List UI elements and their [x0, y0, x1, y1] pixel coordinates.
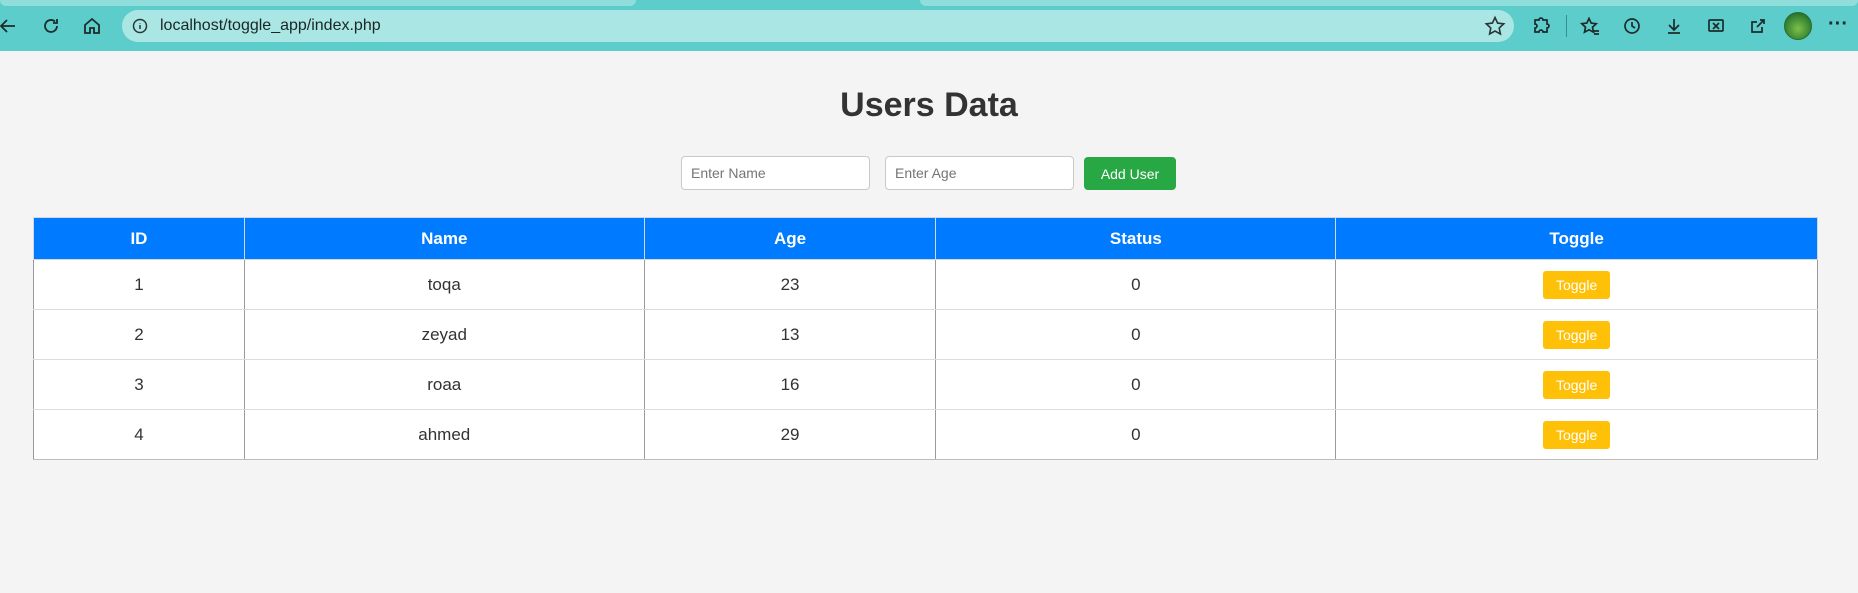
more-icon[interactable]: ···	[1824, 12, 1852, 40]
info-icon[interactable]	[132, 18, 148, 34]
toolbar-separator	[1566, 15, 1567, 37]
screenshot-icon	[1708, 19, 1724, 32]
cell-name: roaa	[243, 359, 645, 410]
back-button[interactable]	[0, 12, 22, 40]
toggle-button[interactable]: Toggle	[1543, 420, 1611, 449]
tab-strip-left	[0, 0, 636, 6]
download-icon	[1668, 19, 1680, 34]
home-button[interactable]	[78, 12, 106, 40]
extensions-button[interactable]	[1528, 12, 1556, 40]
page-title: Users Data	[840, 86, 1018, 124]
favorites-button[interactable]	[1576, 12, 1604, 40]
share-icon	[1751, 19, 1765, 33]
cell-id: 1	[33, 259, 245, 310]
refresh-icon	[44, 19, 58, 33]
table-row: 1 toqa 23 0 Toggle	[33, 259, 1818, 310]
cell-age: 23	[643, 259, 937, 310]
toggle-button[interactable]: Toggle	[1543, 320, 1611, 349]
cell-id: 4	[33, 409, 245, 460]
toggle-button[interactable]: Toggle	[1543, 270, 1611, 299]
column-header-status: Status	[935, 217, 1337, 260]
cell-id: 3	[33, 359, 245, 410]
arrow-left-icon	[0, 19, 15, 33]
cell-toggle: Toggle	[1335, 259, 1818, 310]
cell-toggle: Toggle	[1335, 359, 1818, 410]
avatar[interactable]	[1784, 12, 1812, 40]
age-input[interactable]	[885, 156, 1074, 190]
cell-toggle: Toggle	[1335, 309, 1818, 360]
cell-status: 0	[935, 359, 1337, 410]
cell-status: 0	[935, 309, 1337, 360]
refresh-button[interactable]	[37, 12, 65, 40]
cell-id: 2	[33, 309, 245, 360]
users-table: ID Name Age Status Toggle 1 toqa 23 0 To…	[33, 217, 1818, 460]
table-row: 4 ahmed 29 0 Toggle	[33, 409, 1818, 460]
browser-toolbar: localhost/toggle_app/index.php ···	[0, 0, 1858, 51]
address-bar[interactable]: localhost/toggle_app/index.php	[122, 10, 1514, 42]
column-header-age: Age	[643, 217, 937, 260]
url-text[interactable]: localhost/toggle_app/index.php	[160, 17, 381, 35]
name-input[interactable]	[681, 156, 870, 190]
toggle-button[interactable]: Toggle	[1543, 370, 1611, 399]
favorites-icon	[1580, 16, 1599, 35]
history-button[interactable]	[1618, 12, 1646, 40]
cell-name: toqa	[243, 259, 645, 310]
column-header-name: Name	[243, 217, 645, 260]
share-button[interactable]	[1744, 12, 1772, 40]
downloads-button[interactable]	[1660, 12, 1688, 40]
column-header-id: ID	[33, 217, 245, 260]
puzzle-icon	[1534, 17, 1550, 33]
cell-toggle: Toggle	[1335, 409, 1818, 460]
table-row: 2 zeyad 13 0 Toggle	[33, 309, 1818, 360]
cell-age: 29	[643, 409, 937, 460]
cell-age: 13	[643, 309, 937, 360]
cell-name: zeyad	[243, 309, 645, 360]
cell-status: 0	[935, 409, 1337, 460]
tab-strip-right	[920, 0, 1858, 6]
star-icon[interactable]	[1484, 15, 1506, 37]
screenshot-button[interactable]	[1702, 12, 1730, 40]
history-icon	[1624, 18, 1640, 34]
cell-name: ahmed	[243, 409, 645, 460]
table-row: 3 roaa 16 0 Toggle	[33, 359, 1818, 410]
cell-status: 0	[935, 259, 1337, 310]
cell-age: 16	[643, 359, 937, 410]
add-user-button[interactable]: Add User	[1084, 157, 1176, 190]
table-header-row: ID Name Age Status Toggle	[33, 217, 1818, 260]
column-header-toggle: Toggle	[1335, 217, 1818, 260]
home-icon	[84, 17, 100, 34]
